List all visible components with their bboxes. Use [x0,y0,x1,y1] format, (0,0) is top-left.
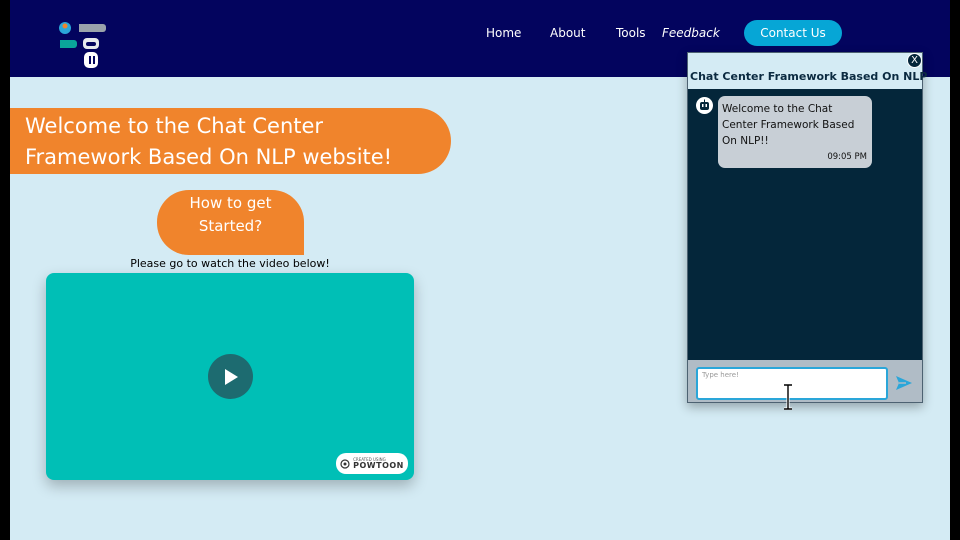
play-icon [224,368,238,385]
powtoon-badge[interactable]: CREATED USING POWTOON [336,453,408,474]
welcome-title-line1: Welcome to the Chat Center [25,114,324,138]
chat-title: Chat Center Framework Based On NLP [690,70,928,83]
how-line2: Started? [198,217,263,235]
watch-video-text: Please go to watch the video below! [130,257,330,270]
send-icon [896,376,912,390]
nav-tools[interactable]: Tools [616,26,646,40]
powtoon-brand-text: POWTOON [353,461,404,470]
bot-message-line3: On NLP!! [722,135,769,147]
page-frame: Home About Tools Feedback Contact Us Wel… [10,0,950,540]
chat-footer: Type here! [688,360,922,402]
how-line1: How to get [189,194,272,212]
contact-us-button[interactable]: Contact Us [744,20,842,46]
bot-message-time: 09:05 PM [827,152,867,162]
text-cursor-icon [784,384,792,410]
welcome-title-line2: Framework Based On NLP website! [25,145,393,169]
powtoon-logo-icon [340,458,350,469]
how-to-start-bubble: How to get Started? [157,190,304,255]
chat-header: Chat Center Framework Based On NLP X [688,53,927,89]
chat-close-button[interactable]: X [907,53,922,68]
bot-message-line1: Welcome to the Chat [722,103,833,115]
welcome-banner: Welcome to the Chat Center Framework Bas… [10,108,451,174]
bot-avatar-icon [696,97,713,114]
nav-feedback[interactable]: Feedback [662,26,720,40]
bot-message-line2: Center Framework Based [722,119,855,131]
play-button[interactable] [208,354,253,399]
nav-about[interactable]: About [550,26,585,40]
nav-home[interactable]: Home [486,26,521,40]
chat-widget: Chat Center Framework Based On NLP X Wel… [687,52,927,403]
robot-logo-icon[interactable] [55,18,111,74]
video-player[interactable]: CREATED USING POWTOON [46,273,414,480]
bot-message: Welcome to the Chat Center Framework Bas… [718,96,872,168]
send-button[interactable] [895,374,913,392]
